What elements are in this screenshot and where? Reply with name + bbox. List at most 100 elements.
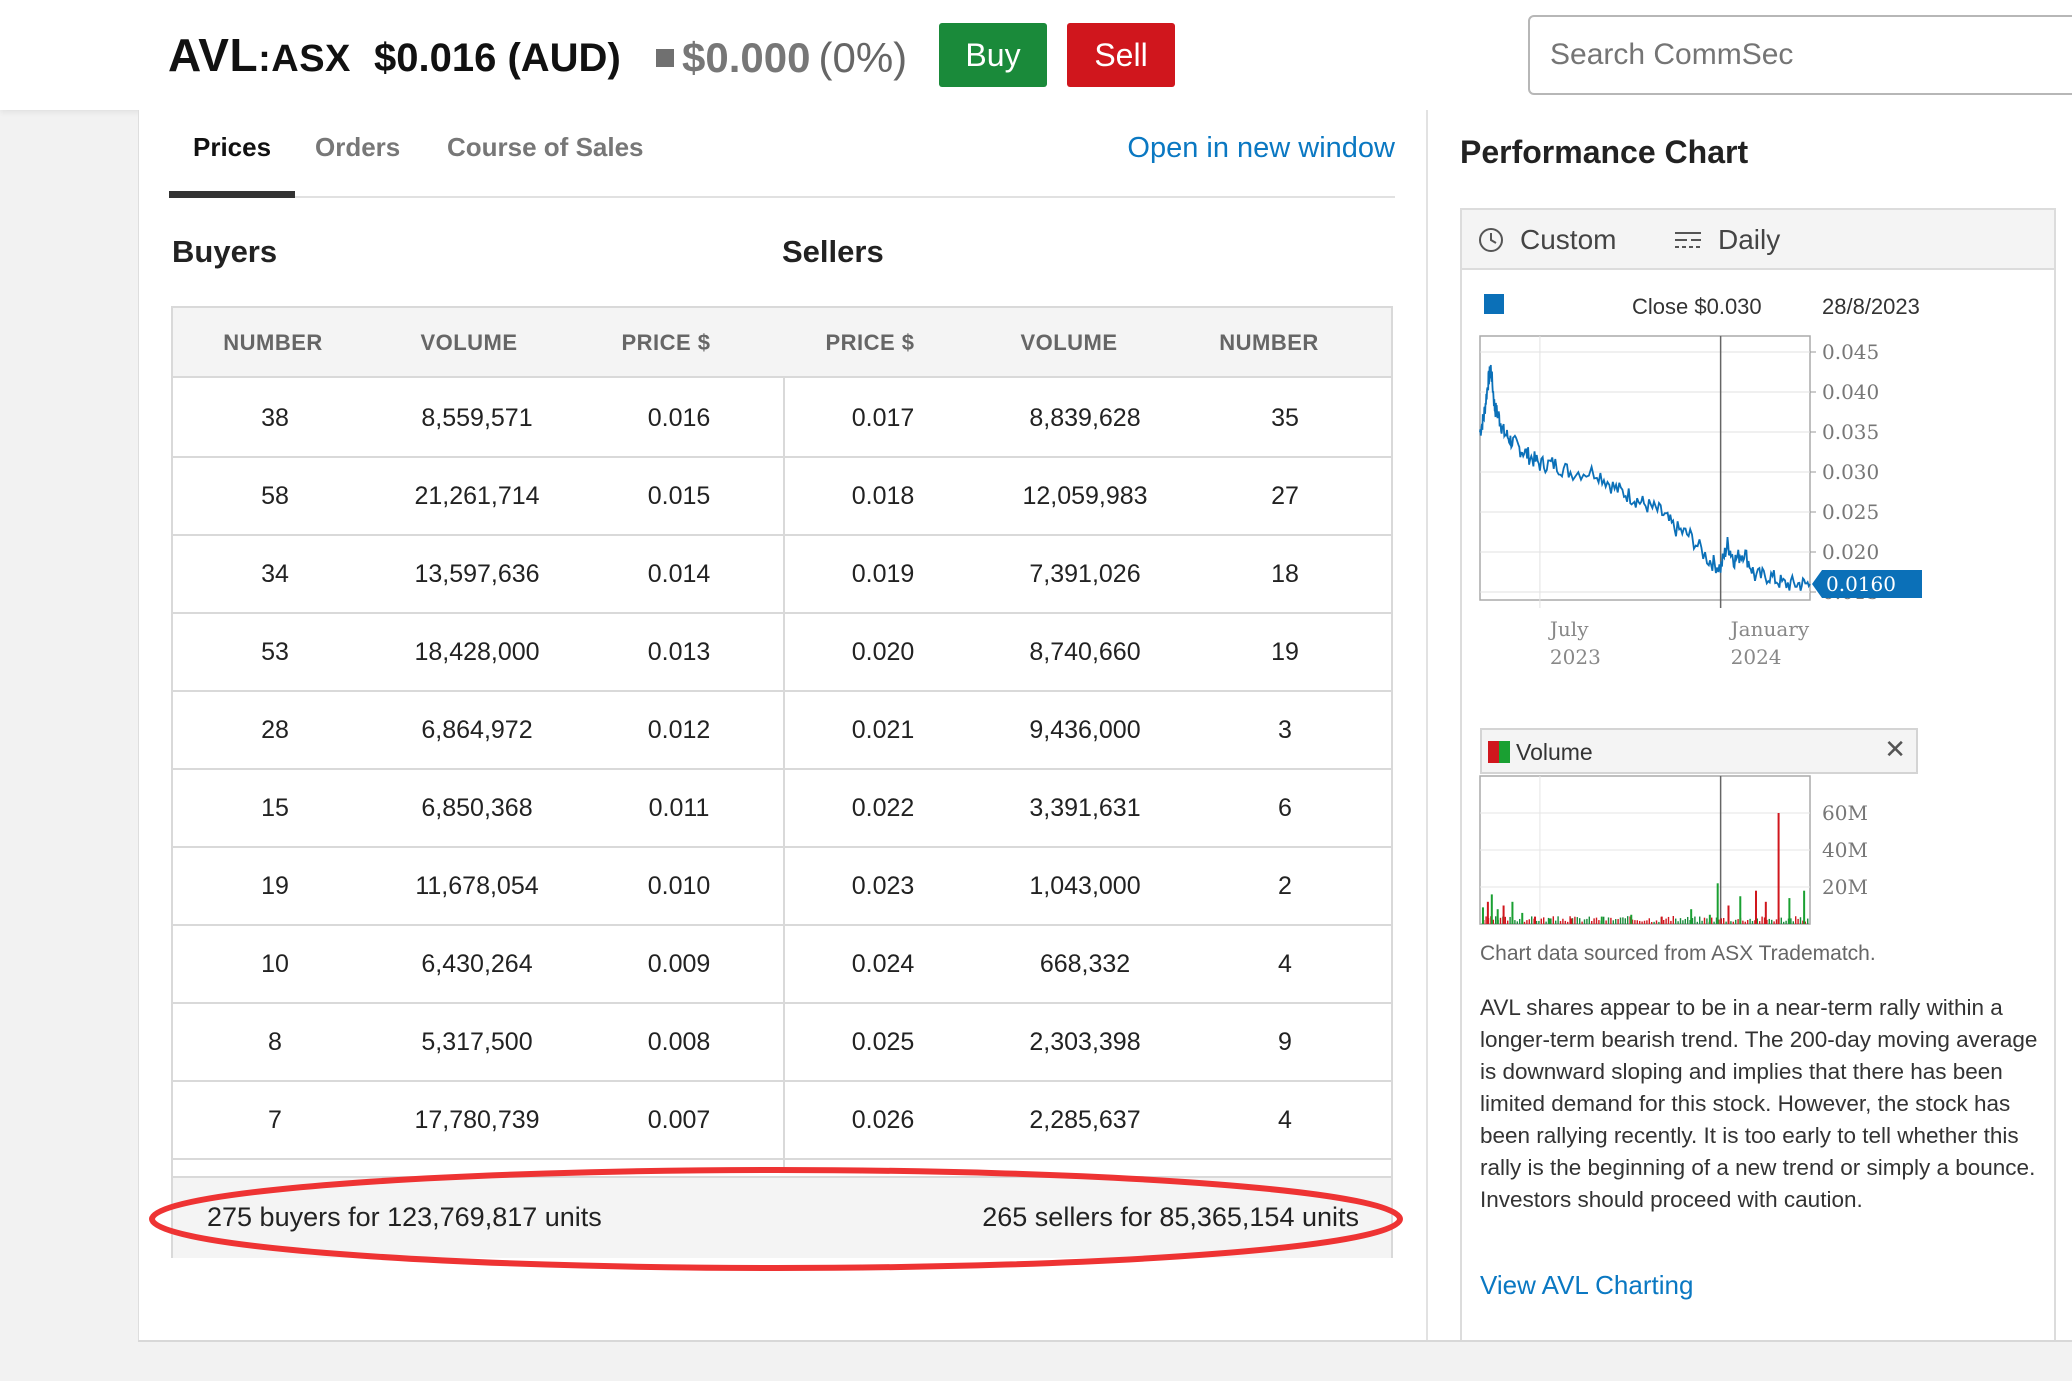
performance-panel: Performance Chart Custom Daily Close $0.… [1426,110,2072,1342]
close-icon[interactable]: ✕ [1884,734,1906,765]
series-color-swatch [1484,294,1504,314]
volume-bar [1764,901,1767,924]
volume-bar [1523,921,1526,924]
volume-bar [1797,918,1799,924]
price-line-chart[interactable]: 0.0450.0400.0350.0300.0250.0200.015July2… [1476,328,2051,723]
volume-bar [1507,920,1509,924]
volume-bar [1496,909,1499,924]
legend-close-value: Close $0.030 [1632,294,1762,319]
volume-tick-label: 20M [1822,875,1868,899]
volume-bar [1742,920,1744,924]
change-percent: (0%) [818,34,908,81]
volume-label: Volume [1516,739,1593,765]
ticker-symbol: AVL [168,29,259,81]
volume-bar [1502,905,1505,924]
volume-bar [1663,919,1665,924]
search-input[interactable] [1528,15,2072,95]
volume-bar [1684,918,1686,924]
volume-bar [1755,890,1757,924]
buy-button[interactable]: Buy [939,23,1047,87]
volume-bar [1725,921,1727,924]
volume-bar [1499,917,1502,924]
tab-orders[interactable]: Orders [315,132,400,163]
depth-row[interactable]: 53 18,428,000 0.013 0.020 8,740,660 19 [173,614,1391,692]
volume-bar [1759,921,1761,924]
column-header: NUMBER [1219,330,1319,355]
volume-bar [1653,921,1655,924]
volume-bar [1720,918,1722,924]
plot-area [1479,335,1811,601]
sellers-summary: 265 sellers for 85,365,154 units [982,1202,1359,1232]
interval-label: Daily [1718,224,1781,255]
tab-course-of-sales[interactable]: Course of Sales [447,132,644,163]
volume-bar [1617,919,1619,924]
volume-bar [1540,918,1542,924]
volume-bar [1713,921,1715,924]
volume-legend-swatch [1488,741,1510,763]
depth-row[interactable]: 7 17,780,739 0.007 0.026 2,285,637 4 [173,1082,1391,1160]
depth-row[interactable]: 8 5,317,500 0.008 0.025 2,303,398 9 [173,1004,1391,1082]
volume-bar [1564,920,1566,924]
volume-bar [1773,921,1775,924]
volume-bar [1696,921,1698,924]
depth-row[interactable]: 19 11,678,054 0.010 0.023 1,043,000 2 [173,848,1391,926]
volume-bar [1612,920,1614,924]
sell-number-cell: 4 [1278,1106,1292,1134]
depth-row[interactable]: 28 6,864,972 0.012 0.021 9,436,000 3 [173,692,1391,770]
view-charting-link[interactable]: View AVL Charting [1480,1270,1693,1301]
active-tab-indicator [169,191,295,198]
sell-number-cell: 35 [1271,404,1299,432]
column-header: PRICE $ [621,330,711,355]
volume-bar [1588,916,1590,924]
depth-row[interactable]: 38 8,559,571 0.016 0.017 8,839,628 35 [173,380,1391,458]
volume-bar [1485,916,1487,924]
sell-number-cell: 6 [1278,794,1292,822]
volume-bar [1595,917,1598,924]
volume-bar [1708,914,1711,924]
depth-table-header: NUMBER VOLUME PRICE $ PRICE $ VOLUME NUMBER [173,308,1391,378]
volume-bar [1749,918,1751,924]
tab-prices[interactable]: Prices [193,132,271,163]
volume-bar [1634,920,1636,924]
volume-bar [1639,920,1641,924]
volume-bar [1481,907,1484,924]
y-tick-label: 0.035 [1822,420,1879,444]
legend-date: 28/8/2023 [1822,294,1920,319]
interval-lines-icon [1675,232,1701,248]
depth-row[interactable]: 34 13,597,636 0.014 0.019 7,391,026 18 [173,536,1391,614]
open-in-new-window-link[interactable]: Open in new window [1127,132,1395,165]
volume-bar-chart[interactable]: 60M 40M 20M [1476,774,2051,934]
volume-bar [1785,920,1787,924]
depth-row[interactable]: 15 6,850,368 0.011 0.022 3,391,631 6 [173,770,1391,848]
volume-bar [1727,905,1730,924]
column-header: VOLUME [1020,330,1118,355]
y-tick-label: 0.030 [1822,460,1879,484]
volume-bar [1648,918,1650,924]
volume-bar [1790,918,1792,924]
column-header: NUMBER [223,330,323,355]
last-value-label: 0.0160 [1826,572,1896,596]
sell-button[interactable]: Sell [1067,23,1175,87]
volume-bar [1581,921,1583,924]
volume-bar [1610,917,1612,924]
volume-bar [1636,920,1638,924]
volume-bar [1751,921,1754,924]
volume-bar [1792,921,1794,924]
volume-bar [1531,916,1533,924]
sell-number-cell: 19 [1271,638,1299,666]
interval-selector[interactable]: Daily [1674,224,1780,256]
volume-bar [1630,914,1633,924]
change-value: $0.000 [682,34,811,81]
volume-bar [1780,917,1782,924]
volume-bar [1619,917,1622,924]
volume-bar [1511,901,1514,924]
depth-row[interactable]: 10 6,430,264 0.009 0.024 668,332 4 [173,926,1391,1004]
volume-bar [1519,918,1521,924]
volume-bar [1665,918,1667,924]
depth-row[interactable]: 58 21,261,714 0.015 0.018 12,059,983 27 [173,458,1391,536]
volume-bar [1579,918,1581,924]
volume-bar [1807,918,1809,924]
y-tick-label: 0.025 [1822,500,1879,524]
volume-bar [1783,921,1785,924]
range-selector[interactable]: Custom [1478,224,1616,256]
